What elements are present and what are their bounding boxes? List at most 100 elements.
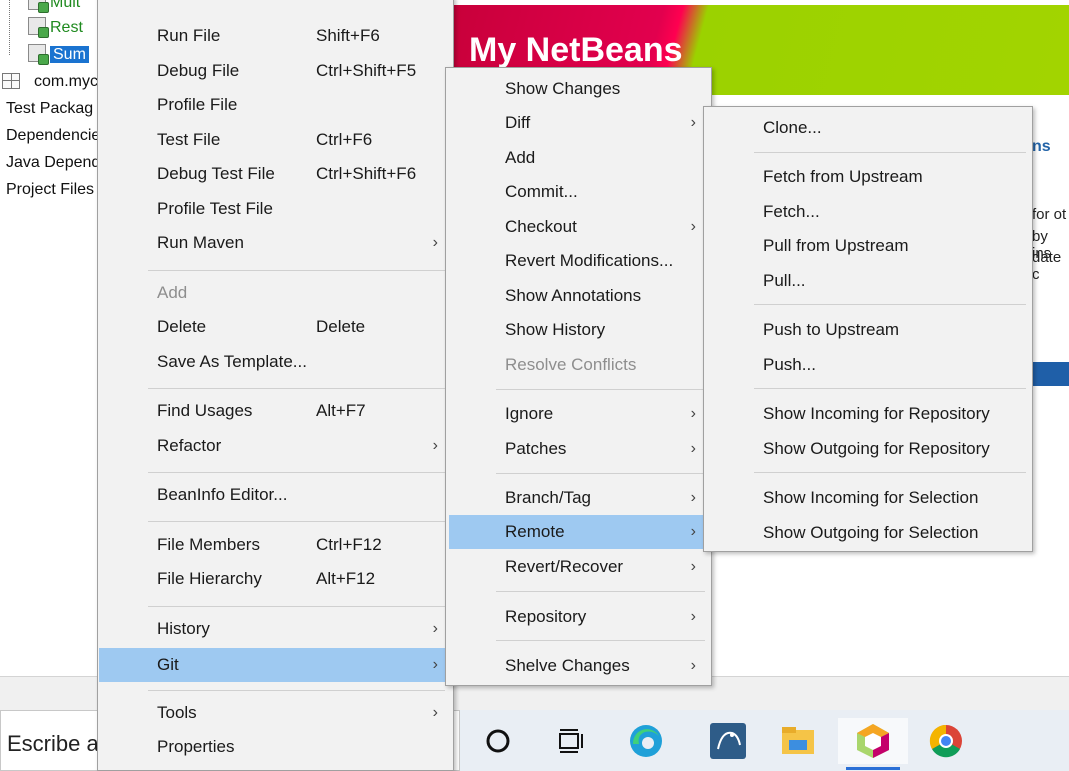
remote-item-push[interactable]: Push...: [705, 348, 1031, 382]
project-tree: Mult Rest Sum com.myc Test Packag Depend…: [0, 0, 100, 676]
welcome-text-line: date c: [1032, 249, 1062, 283]
remote-item-clone[interactable]: Clone...: [705, 111, 1031, 145]
active-indicator: [846, 767, 900, 770]
remote-item-pull[interactable]: Pull...: [705, 264, 1031, 298]
chevron-right-icon: ›: [690, 405, 696, 422]
remote-item-outgoing-selection[interactable]: Show Outgoing for Selection: [705, 516, 1031, 550]
file-explorer-icon[interactable]: [770, 718, 826, 764]
tree-item-mult[interactable]: Mult: [28, 0, 80, 15]
chevron-right-icon: ›: [690, 440, 696, 457]
menu-separator: [148, 521, 445, 522]
git-item-show-changes[interactable]: Show Changes: [447, 72, 710, 106]
menu-item-properties[interactable]: Properties: [99, 730, 452, 764]
remote-item-pull-upstream[interactable]: Pull from Upstream: [705, 229, 1031, 263]
java-file-icon: [28, 44, 49, 65]
remote-item-push-upstream[interactable]: Push to Upstream: [705, 313, 1031, 347]
git-item-repository[interactable]: Repository ›: [447, 600, 710, 634]
git-item-branch-tag[interactable]: Branch/Tag ›: [447, 481, 710, 515]
menu-item-delete[interactable]: Delete Delete: [99, 310, 452, 344]
menu-separator: [148, 472, 445, 473]
chevron-right-icon: ›: [690, 218, 696, 235]
package-icon: [2, 73, 20, 89]
menu-separator: [754, 152, 1026, 153]
edge-icon[interactable]: [618, 718, 674, 764]
git-item-patches[interactable]: Patches ›: [447, 432, 710, 466]
chrome-icon[interactable]: [918, 718, 974, 764]
netbeans-icon[interactable]: [838, 718, 908, 770]
chevron-right-icon: ›: [690, 489, 696, 506]
remote-item-fetch[interactable]: Fetch...: [705, 195, 1031, 229]
welcome-text-line: for ot: [1032, 206, 1067, 223]
menu-separator: [148, 270, 445, 271]
git-item-remote[interactable]: Remote ›: [449, 515, 710, 549]
chevron-right-icon: ›: [690, 608, 696, 625]
menu-item-debug-file[interactable]: Debug File Ctrl+Shift+F5: [99, 54, 452, 88]
context-menu: Run File Shift+F6 Debug File Ctrl+Shift+F5…: [97, 0, 454, 771]
menu-item-find-usages[interactable]: Find Usages Alt+F7: [99, 394, 452, 428]
menu-separator: [496, 640, 705, 641]
menu-item-profile-test-file[interactable]: Profile Test File: [99, 192, 452, 226]
chevron-right-icon: ›: [690, 523, 696, 540]
git-item-resolve-conflicts[interactable]: Resolve Conflicts: [447, 348, 710, 382]
welcome-button-fragment[interactable]: [1032, 362, 1069, 386]
remote-item-fetch-upstream[interactable]: Fetch from Upstream: [705, 160, 1031, 194]
git-submenu: Show Changes Diff › Add Commit... Checkou…: [445, 67, 712, 686]
remote-item-outgoing-repository[interactable]: Show Outgoing for Repository: [705, 432, 1031, 466]
cortana-icon[interactable]: [470, 718, 526, 764]
menu-item-run-file[interactable]: Run File Shift+F6: [99, 19, 452, 53]
welcome-title: My NetBeans: [469, 31, 683, 69]
menu-separator: [148, 388, 445, 389]
menu-separator: [754, 304, 1026, 305]
tree-item-test-packages[interactable]: Test Packag: [6, 97, 93, 121]
java-file-icon: [28, 0, 49, 13]
menu-separator: [754, 388, 1026, 389]
git-item-show-history[interactable]: Show History: [447, 313, 710, 347]
git-item-ignore[interactable]: Ignore ›: [447, 397, 710, 431]
task-view-icon[interactable]: [542, 718, 598, 764]
tree-item-project-files[interactable]: Project Files: [6, 178, 94, 202]
remote-item-incoming-repository[interactable]: Show Incoming for Repository: [705, 397, 1031, 431]
screen: Mult Rest Sum com.myc Test Packag Depend…: [0, 0, 1069, 771]
chevron-right-icon: ›: [690, 114, 696, 131]
remote-submenu: Clone... Fetch from Upstream Fetch... Pu…: [703, 106, 1033, 552]
menu-item-save-as-template[interactable]: Save As Template...: [99, 345, 452, 379]
tree-item-package[interactable]: com.myc: [2, 70, 98, 94]
chevron-right-icon: ›: [432, 437, 438, 454]
git-item-revert-recover[interactable]: Revert/Recover ›: [447, 550, 710, 584]
search-placeholder: Escribe a: [7, 731, 99, 756]
menu-item-refactor[interactable]: Refactor ›: [99, 429, 452, 463]
chevron-right-icon: ›: [432, 234, 438, 251]
menu-item-profile-file[interactable]: Profile File: [99, 88, 452, 122]
menu-item-test-file[interactable]: Test File Ctrl+F6: [99, 123, 452, 157]
git-item-add[interactable]: Add: [447, 141, 710, 175]
git-item-show-annotations[interactable]: Show Annotations: [447, 279, 710, 313]
welcome-tab-fragment[interactable]: ns: [1032, 138, 1051, 156]
menu-item-add[interactable]: Add: [99, 276, 452, 310]
mysql-workbench-icon[interactable]: [700, 718, 756, 764]
chevron-right-icon: ›: [690, 657, 696, 674]
menu-item-run-maven[interactable]: Run Maven ›: [99, 226, 452, 260]
chevron-right-icon: ›: [690, 558, 696, 575]
menu-item-debug-test-file[interactable]: Debug Test File Ctrl+Shift+F6: [99, 157, 452, 191]
tree-item-dependencies[interactable]: Dependencie: [6, 124, 100, 148]
tree-item-java-dependencies[interactable]: Java Depend: [6, 151, 100, 175]
menu-item-file-members[interactable]: File Members Ctrl+F12: [99, 528, 452, 562]
git-item-shelve-changes[interactable]: Shelve Changes ›: [447, 649, 710, 683]
git-item-diff[interactable]: Diff ›: [447, 106, 710, 140]
chevron-right-icon: ›: [432, 620, 438, 637]
git-item-revert-modifications[interactable]: Revert Modifications...: [447, 244, 710, 278]
menu-separator: [148, 606, 445, 607]
chevron-right-icon: ›: [432, 704, 438, 721]
tree-item-sum[interactable]: Sum: [28, 43, 89, 67]
remote-item-incoming-selection[interactable]: Show Incoming for Selection: [705, 481, 1031, 515]
git-item-checkout[interactable]: Checkout ›: [447, 210, 710, 244]
menu-item-file-hierarchy[interactable]: File Hierarchy Alt+F12: [99, 562, 452, 596]
menu-item-beaninfo-editor[interactable]: BeanInfo Editor...: [99, 478, 452, 512]
git-item-commit[interactable]: Commit...: [447, 175, 710, 209]
menu-item-history[interactable]: History ›: [99, 612, 452, 646]
menu-separator: [496, 389, 705, 390]
menu-item-tools[interactable]: Tools ›: [99, 696, 452, 730]
menu-item-git[interactable]: Git ›: [99, 648, 452, 682]
tree-item-rest[interactable]: Rest: [28, 16, 83, 40]
menu-separator: [496, 591, 705, 592]
